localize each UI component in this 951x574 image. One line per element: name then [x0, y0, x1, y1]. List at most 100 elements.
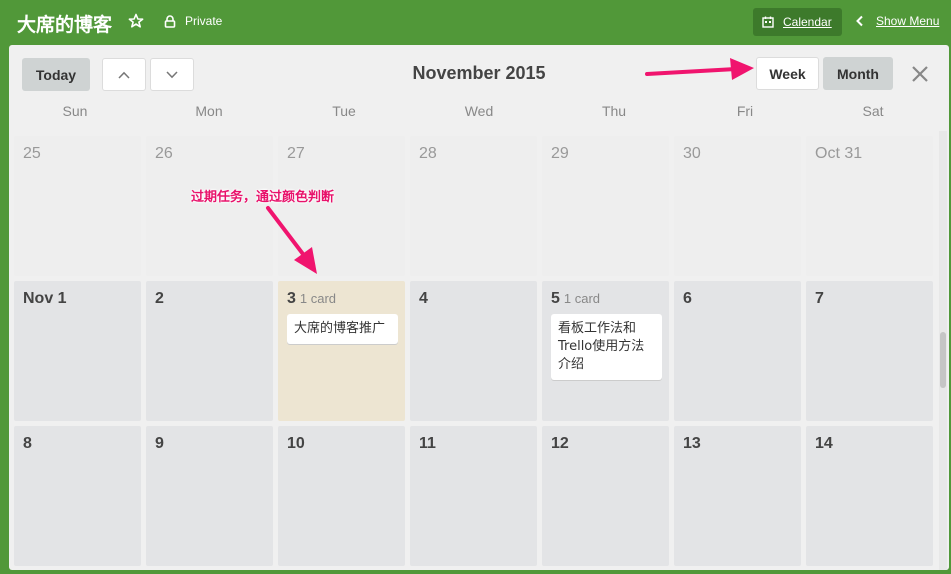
day-cell[interactable]: 14 [806, 426, 933, 566]
day-label: 27 [287, 145, 305, 162]
day-cell[interactable]: 9 [146, 426, 273, 566]
scrollbar-thumb[interactable] [940, 332, 946, 388]
day-number: 13 [683, 435, 701, 453]
star-icon[interactable] [128, 13, 144, 29]
day-number: 8 [23, 435, 32, 453]
day-number: 30 [683, 145, 701, 163]
day-label: 7 [815, 290, 824, 307]
day-number: 26 [155, 145, 173, 163]
day-cell[interactable]: Nov 1 [14, 281, 141, 421]
weekday-4: Thu [601, 103, 627, 119]
day-cell[interactable]: 6 [674, 281, 801, 421]
day-number: 29 [551, 145, 569, 163]
day-cell[interactable]: 11 [410, 426, 537, 566]
day-number: 14 [815, 435, 833, 453]
day-label: 6 [683, 290, 692, 307]
calendar-grid: 25 26 27 28 29 30 Oct 31 Nov 1231 card 大席的博客推广 4 5… [9, 131, 939, 570]
day-label: 8 [23, 435, 32, 452]
day-number: Nov 1 [23, 290, 67, 308]
day-label: 9 [155, 435, 164, 452]
day-number: 7 [815, 290, 824, 308]
day-cell[interactable]: 30 [674, 136, 801, 276]
month-title: November 2015 [412, 63, 546, 83]
weekday-2: Tue [332, 103, 356, 119]
day-cell[interactable]: 12 [542, 426, 669, 566]
calendar-label: Calendar [783, 15, 832, 29]
day-number: 28 [419, 145, 437, 163]
week-view-button[interactable]: Week [756, 57, 819, 90]
calendar-toolbar: Today November 2015 Week Month [9, 45, 949, 105]
card-count: 1 card [299, 291, 337, 306]
today-button[interactable]: Today [22, 58, 90, 91]
day-label: 14 [815, 435, 833, 452]
day-label: 12 [551, 435, 569, 452]
calendar-icon [762, 16, 774, 28]
day-number: 27 [287, 145, 305, 163]
day-label: 11 [419, 435, 436, 452]
day-label: 2 [155, 290, 164, 307]
day-label: 4 [419, 290, 428, 307]
day-cell[interactable]: 2 [146, 281, 273, 421]
day-number: 11 [419, 435, 436, 453]
day-number: 6 [683, 290, 692, 308]
day-cell[interactable]: 7 [806, 281, 933, 421]
previous-button[interactable] [102, 58, 146, 91]
day-label: Nov 1 [23, 290, 67, 307]
privacy-toggle[interactable]: Private [164, 14, 222, 28]
day-cell[interactable]: 10 [278, 426, 405, 566]
calendar-card[interactable]: 大席的博客推广 [287, 314, 398, 344]
day-cell[interactable]: 31 card 大席的博客推广 [278, 281, 405, 421]
day-label: 10 [287, 435, 305, 452]
calendar-button[interactable]: Calendar [753, 8, 842, 36]
card-count: 1 card [563, 291, 601, 306]
lock-icon [164, 14, 176, 28]
day-number: 51 card [551, 290, 600, 308]
calendar-panel: Today November 2015 Week Month Sun Mon Tue… [9, 45, 949, 570]
day-label: 26 [155, 145, 173, 162]
day-number: 31 card [287, 290, 336, 308]
weekday-5: Fri [736, 103, 754, 119]
show-menu-label: Show Menu [876, 14, 940, 28]
day-cell[interactable]: 29 [542, 136, 669, 276]
day-label: 5 [551, 290, 560, 307]
day-number: Oct 31 [815, 145, 862, 163]
day-label: Oct 31 [815, 145, 863, 162]
day-number: 2 [155, 290, 164, 308]
overdue-annotation: 过期任务，通过颜色判断 [191, 190, 335, 205]
day-number: 4 [419, 290, 428, 308]
calendar-card[interactable]: 看板工作法和Trello使用方法介绍 [551, 314, 662, 380]
chevron-left-icon [856, 15, 863, 27]
chevron-up-icon [118, 71, 130, 79]
day-number: 9 [155, 435, 164, 453]
day-label: 28 [419, 145, 437, 162]
day-cell[interactable]: 51 card 看板工作法和Trello使用方法介绍 [542, 281, 669, 421]
weekday-header: Sun Mon Tue Wed Thu Fri Sat [9, 103, 941, 123]
day-cell[interactable]: Oct 31 [806, 136, 933, 276]
close-icon[interactable] [911, 65, 929, 83]
weekday-3: Wed [464, 103, 494, 119]
day-label: 13 [683, 435, 701, 452]
weekday-1: Mon [195, 103, 223, 119]
day-cell[interactable]: 4 [410, 281, 537, 421]
day-number: 25 [23, 145, 41, 163]
day-cell[interactable]: 8 [14, 426, 141, 566]
day-number: 12 [551, 435, 569, 453]
chevron-down-icon [166, 70, 178, 78]
day-label: 25 [23, 145, 41, 162]
board-title[interactable]: 大席的博客 [17, 10, 112, 37]
privacy-label: Private [185, 14, 223, 28]
day-cell[interactable]: 27 [278, 136, 405, 276]
day-label: 3 [287, 290, 296, 307]
day-cell[interactable]: 13 [674, 426, 801, 566]
weekday-6: Sat [862, 103, 884, 119]
next-button[interactable] [150, 58, 194, 91]
day-label: 30 [683, 145, 701, 162]
weekday-0: Sun [62, 103, 88, 119]
day-cell[interactable]: 25 [14, 136, 141, 276]
day-number: 10 [287, 435, 305, 453]
day-cell[interactable]: 26 [146, 136, 273, 276]
day-cell[interactable]: 28 [410, 136, 537, 276]
board-header: 大席的博客 Private Calendar Show Menu [0, 0, 951, 44]
show-menu-link[interactable]: Show Menu [855, 14, 939, 28]
month-view-button[interactable]: Month [823, 57, 893, 90]
